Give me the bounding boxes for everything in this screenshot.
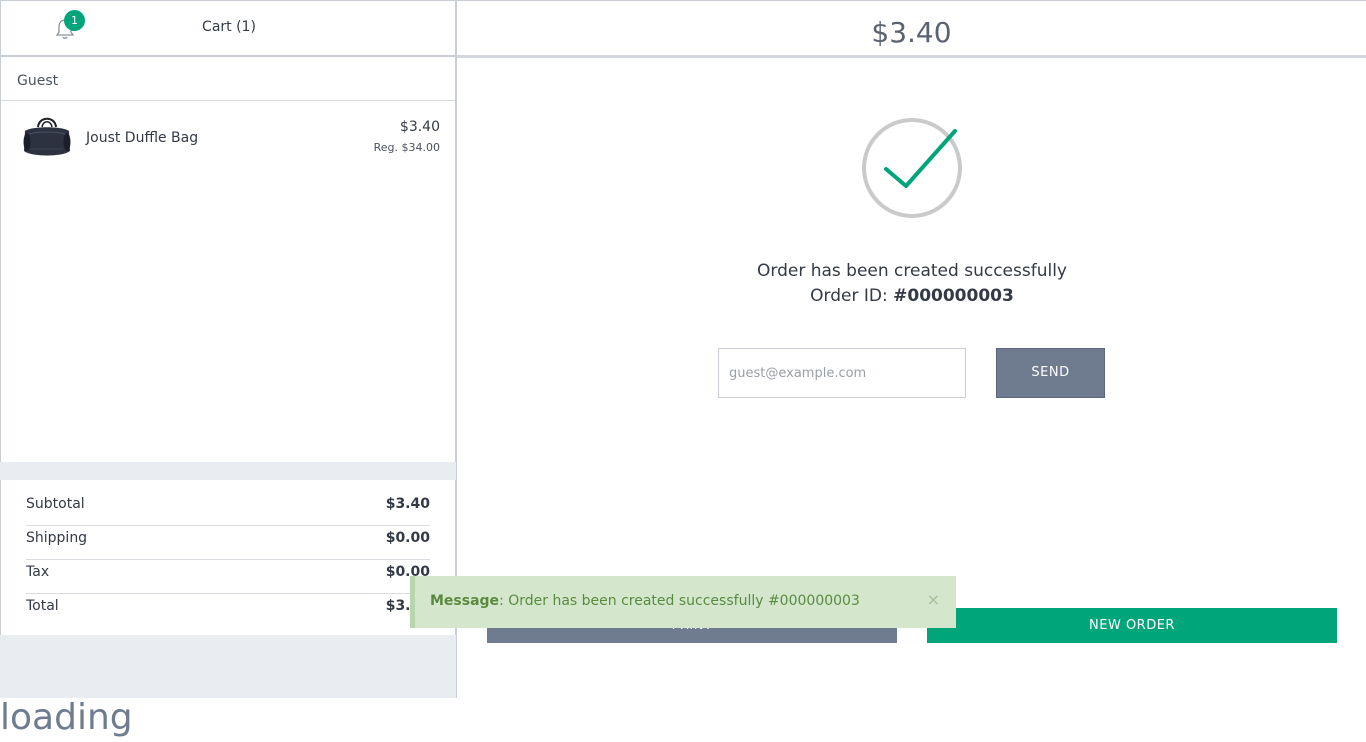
item-regular-price: Reg. $34.00 [373, 141, 440, 154]
close-icon[interactable]: × [927, 590, 940, 609]
new-order-button[interactable]: NEW ORDER [927, 608, 1337, 643]
message-toast: Message: Order has been created successf… [410, 576, 956, 628]
tax-row: Tax $0.00 [26, 560, 430, 594]
cart-panel: 1 Cart (1) Guest Joust Duffle Bag $3.40 … [0, 0, 456, 698]
tax-label: Tax [26, 564, 50, 580]
send-button[interactable]: SEND [996, 348, 1105, 398]
toast-prefix: Message [430, 593, 500, 609]
toast-text: : Order has been created successfully #0… [499, 593, 860, 609]
duffle-bag-image [21, 113, 73, 161]
subtotal-row: Subtotal $3.40 [26, 492, 430, 526]
cart-title-label: Cart (1) [202, 19, 256, 35]
item-price: $3.40 [399, 119, 440, 135]
success-check-icon [862, 118, 962, 218]
shipping-label: Shipping [26, 530, 88, 546]
order-totals: Subtotal $3.40 Shipping $0.00 Tax $0.00 … [0, 480, 456, 635]
cart-body: Guest Joust Duffle Bag $3.40 Reg. $34.00 [0, 57, 456, 462]
success-message: Order has been created successfully [757, 261, 1067, 281]
cart-title: Cart (1) [1, 19, 457, 35]
subtotal-value: $3.40 [385, 496, 430, 512]
order-id-line: Order ID: #000000003 [457, 286, 1366, 306]
subtotal-label: Subtotal [26, 496, 85, 512]
email-field[interactable] [718, 348, 966, 398]
order-amount: $3.40 [457, 0, 1366, 58]
customer-selector[interactable]: Guest [1, 57, 455, 101]
cart-header: 1 Cart (1) [0, 0, 456, 57]
order-id-value: #000000003 [893, 286, 1014, 306]
order-id-label: Order ID: [810, 286, 888, 306]
loading-text: loading [0, 697, 133, 738]
total-row: Total $3.40 [26, 594, 430, 628]
shipping-value: $0.00 [385, 530, 430, 546]
cart-item[interactable]: Joust Duffle Bag $3.40 Reg. $34.00 [1, 101, 455, 171]
item-name: Joust Duffle Bag [86, 130, 199, 146]
total-label: Total [26, 598, 59, 614]
shipping-row: Shipping $0.00 [26, 526, 430, 560]
